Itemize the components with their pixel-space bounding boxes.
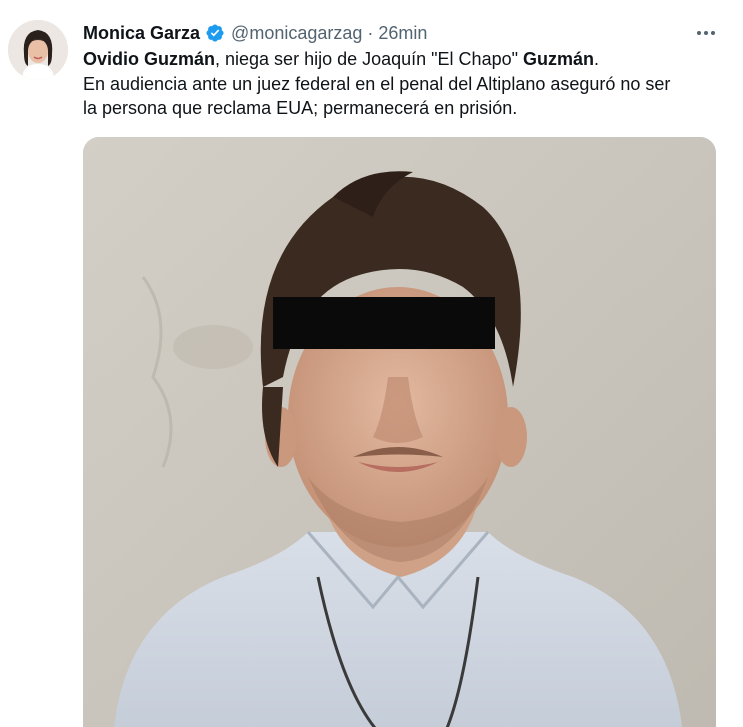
tweet[interactable]: Monica Garza @monicagarzag · 26min Ovidi… bbox=[0, 0, 743, 727]
timestamp[interactable]: 26min bbox=[378, 23, 427, 44]
tweet-text-line-1: Ovidio Guzmán, niega ser hijo de Joaquín… bbox=[83, 47, 723, 72]
bold-name-1: Ovidio Guzmán bbox=[83, 49, 216, 69]
photo-image bbox=[83, 137, 716, 727]
tweet-media-photo[interactable] bbox=[83, 137, 716, 727]
tweet-text: Ovidio Guzmán, niega ser hijo de Joaquín… bbox=[83, 47, 723, 121]
tweet-text-line-3: la persona que reclama EUA; permanecerá … bbox=[83, 98, 518, 118]
censor-bar bbox=[273, 297, 495, 349]
avatar-photo bbox=[8, 20, 68, 80]
verified-badge-icon bbox=[205, 23, 225, 43]
header-separator: · bbox=[367, 22, 374, 43]
tweet-header: Monica Garza @monicagarzag · 26min bbox=[83, 20, 427, 46]
text-fragment-end: . bbox=[594, 49, 600, 69]
author-name[interactable]: Monica Garza bbox=[83, 23, 200, 44]
more-horizontal-icon[interactable] bbox=[691, 22, 721, 44]
author-handle[interactable]: @monicagarzag bbox=[231, 23, 362, 44]
tweet-text-line-2: En audiencia ante un juez federal en el … bbox=[83, 73, 671, 94]
text-fragment: , niega ser hijo de Joaquín "El Chapo" bbox=[215, 49, 523, 69]
avatar[interactable] bbox=[8, 20, 68, 80]
bold-name-2: Guzmán bbox=[523, 49, 595, 69]
